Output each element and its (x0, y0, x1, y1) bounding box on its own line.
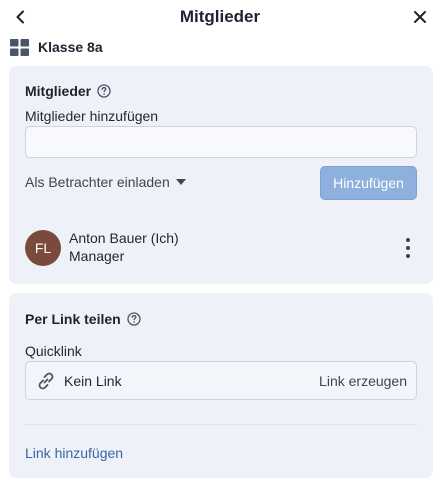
add-members-label: Mitglieder hinzufügen (25, 108, 159, 124)
member-role: Manager (69, 248, 125, 264)
members-section-title: Mitglieder (25, 83, 111, 99)
grid-icon (10, 38, 29, 56)
close-button[interactable] (408, 6, 432, 28)
create-link-button[interactable]: Link erzeugen (319, 373, 407, 389)
add-link-button[interactable]: Link hinzufügen (25, 445, 123, 461)
role-select-value: Als Betrachter einladen (25, 174, 170, 190)
share-link-card: Per Link teilen Quicklink Kein Link Link… (9, 293, 433, 478)
link-title-text: Per Link teilen (25, 311, 121, 327)
member-row: FL Anton Bauer (Ich) Manager (25, 230, 417, 266)
quicklink-label: Quicklink (25, 343, 82, 359)
divider (25, 424, 417, 425)
avatar: FL (25, 230, 61, 266)
more-options-icon[interactable] (401, 236, 415, 260)
role-select[interactable]: Als Betrachter einladen (25, 174, 186, 190)
add-member-button[interactable]: Hinzufügen (320, 166, 417, 200)
members-search-input[interactable] (25, 126, 417, 158)
link-status: Kein Link (64, 373, 122, 389)
panel-header: Mitglieder (0, 0, 440, 34)
page-title: Mitglieder (179, 7, 261, 26)
members-title-text: Mitglieder (25, 83, 92, 99)
group-name: Klasse 8a (38, 39, 103, 55)
link-icon (38, 372, 54, 390)
group-row: Klasse 8a (10, 37, 103, 57)
help-icon[interactable] (97, 84, 111, 98)
caret-down-icon (175, 179, 186, 185)
close-icon (414, 11, 426, 23)
member-name: Anton Bauer (Ich) (69, 230, 179, 246)
help-icon[interactable] (127, 312, 141, 326)
members-card: Mitglieder Mitglieder hinzufügen Als Bet… (9, 66, 433, 284)
quicklink-box: Kein Link Link erzeugen (25, 361, 417, 400)
link-section-title: Per Link teilen (25, 311, 141, 327)
